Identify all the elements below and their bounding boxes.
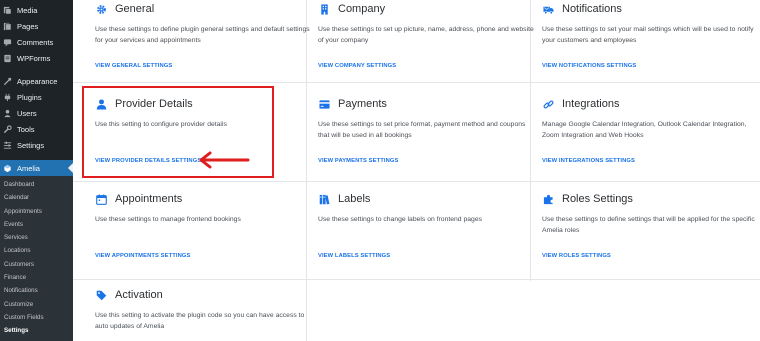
submenu-item-dashboard[interactable]: Dashboard: [0, 178, 73, 191]
card-title: Payments: [338, 98, 387, 110]
comments-icon: [3, 38, 12, 47]
card-description: Use these settings to change labels on f…: [318, 216, 482, 223]
card-title: Labels: [338, 193, 371, 205]
sidebar-item-pages[interactable]: Pages: [0, 18, 73, 34]
card-general: General Use these settings to define plu…: [95, 2, 311, 46]
row-divider: [73, 82, 760, 83]
card-integrations: Integrations Manage Google Calendar Inte…: [542, 97, 758, 141]
view-integrations-settings-link[interactable]: VIEW INTEGRATIONS SETTINGS: [542, 158, 635, 164]
card-roles-settings: Roles Settings Use these settings to def…: [542, 192, 758, 236]
books-icon: [318, 193, 330, 205]
sidebar-item-label: Comments: [17, 37, 54, 47]
sidebar-item-label: WPForms: [17, 53, 51, 63]
pages-icon: [3, 22, 12, 31]
appearance-icon: [3, 77, 12, 86]
sidebar-item-label: Pages: [17, 21, 39, 31]
sidebar-item-amelia[interactable]: Amelia: [0, 160, 73, 176]
calendar-icon: [95, 193, 107, 205]
card-description: Use this setting to activate the plugin …: [95, 312, 305, 330]
sidebar-item-appearance[interactable]: Appearance: [0, 73, 73, 89]
tools-icon: [3, 124, 12, 134]
media-icon: [3, 6, 12, 15]
card-notifications: Notifications Use these settings to set …: [542, 2, 758, 46]
puzzle-icon: [542, 193, 554, 205]
row-divider: [73, 181, 760, 182]
card-activation: Activation Use this setting to activate …: [95, 288, 311, 332]
card-title: Appointments: [115, 193, 183, 205]
view-payments-settings-link[interactable]: VIEW PAYMENTS SETTINGS: [318, 158, 398, 164]
sidebar-item-label: Users: [17, 108, 37, 118]
sidebar-item-settings[interactable]: Settings: [0, 137, 73, 153]
view-appointments-settings-link[interactable]: VIEW APPOINTMENTS SETTINGS: [95, 253, 190, 259]
admin-sidebar: Media Pages Comments WPForms Appearance …: [0, 0, 73, 341]
submenu-item-finance[interactable]: Finance: [0, 271, 73, 284]
sidebar-item-label: Tools: [17, 124, 35, 134]
view-notifications-settings-link[interactable]: VIEW NOTIFICATIONS SETTINGS: [542, 63, 636, 69]
submenu-item-custom-fields[interactable]: Custom Fields: [0, 311, 73, 324]
link-icon: [542, 98, 554, 110]
card-company: Company Use these settings to set up pic…: [318, 2, 534, 46]
card-title: Integrations: [562, 98, 620, 110]
submenu-item-notifications[interactable]: Notifications: [0, 284, 73, 297]
card-description: Use these settings to set price format, …: [318, 121, 526, 139]
submenu-item-services[interactable]: Services: [0, 231, 73, 244]
row-divider: [73, 279, 760, 280]
card-title: Activation: [115, 289, 163, 301]
wpforms-icon: [3, 54, 12, 63]
submenu-item-customize[interactable]: Customize: [0, 298, 73, 311]
sidebar-item-users[interactable]: Users: [0, 105, 73, 121]
plugins-icon: [3, 93, 12, 102]
gear-icon: [95, 3, 107, 15]
settings-icon: [3, 141, 12, 150]
credit-card-icon: [318, 98, 330, 110]
submenu-item-events[interactable]: Events: [0, 218, 73, 231]
card-title: Notifications: [562, 3, 622, 15]
view-company-settings-link[interactable]: VIEW COMPANY SETTINGS: [318, 63, 396, 69]
submenu-item-locations[interactable]: Locations: [0, 244, 73, 257]
view-general-settings-link[interactable]: VIEW GENERAL SETTINGS: [95, 63, 172, 69]
sidebar-item-label: Settings: [17, 140, 45, 150]
card-appointments: Appointments Use these settings to manag…: [95, 192, 311, 226]
sidebar-item-label: Plugins: [17, 92, 42, 102]
sidebar-item-plugins[interactable]: Plugins: [0, 89, 73, 105]
sidebar-item-label: Media: [17, 5, 38, 15]
amelia-submenu: Dashboard Calendar Appointments Events S…: [0, 176, 73, 341]
submenu-item-appointments[interactable]: Appointments: [0, 205, 73, 218]
sidebar-item-media[interactable]: Media: [0, 2, 73, 18]
view-roles-settings-link[interactable]: VIEW ROLES SETTINGS: [542, 253, 611, 259]
sidebar-item-label: Amelia: [17, 163, 40, 173]
card-labels: Labels Use these settings to change labe…: [318, 192, 534, 226]
card-description: Use these settings to define settings th…: [542, 216, 755, 234]
submenu-item-customers[interactable]: Customers: [0, 258, 73, 271]
card-title: General: [115, 3, 155, 15]
card-description: Manage Google Calendar Integration, Outl…: [542, 121, 747, 139]
submenu-item-settings[interactable]: Settings: [0, 324, 73, 337]
building-icon: [318, 3, 330, 15]
sidebar-item-wpforms[interactable]: WPForms: [0, 50, 73, 66]
card-title: Company: [338, 3, 386, 15]
card-description: Use these settings to manage frontend bo…: [95, 216, 241, 223]
amelia-icon: [3, 164, 12, 173]
users-icon: [3, 109, 12, 118]
card-title: Roles Settings: [562, 193, 633, 205]
tag-icon: [95, 289, 107, 301]
card-description: Use these settings to set your mail sett…: [542, 26, 754, 44]
view-labels-settings-link[interactable]: VIEW LABELS SETTINGS: [318, 253, 390, 259]
card-description: Use these settings to set up picture, na…: [318, 26, 534, 44]
sidebar-item-tools[interactable]: Tools: [0, 121, 73, 137]
card-payments: Payments Use these settings to set price…: [318, 97, 534, 141]
sidebar-item-label: Appearance: [17, 76, 58, 86]
card-description: Use these settings to define plugin gene…: [95, 26, 310, 44]
sidebar-item-comments[interactable]: Comments: [0, 34, 73, 50]
submenu-item-calendar[interactable]: Calendar: [0, 191, 73, 204]
truck-mail-icon: [542, 3, 554, 15]
annotation-arrow-icon: [199, 151, 250, 169]
